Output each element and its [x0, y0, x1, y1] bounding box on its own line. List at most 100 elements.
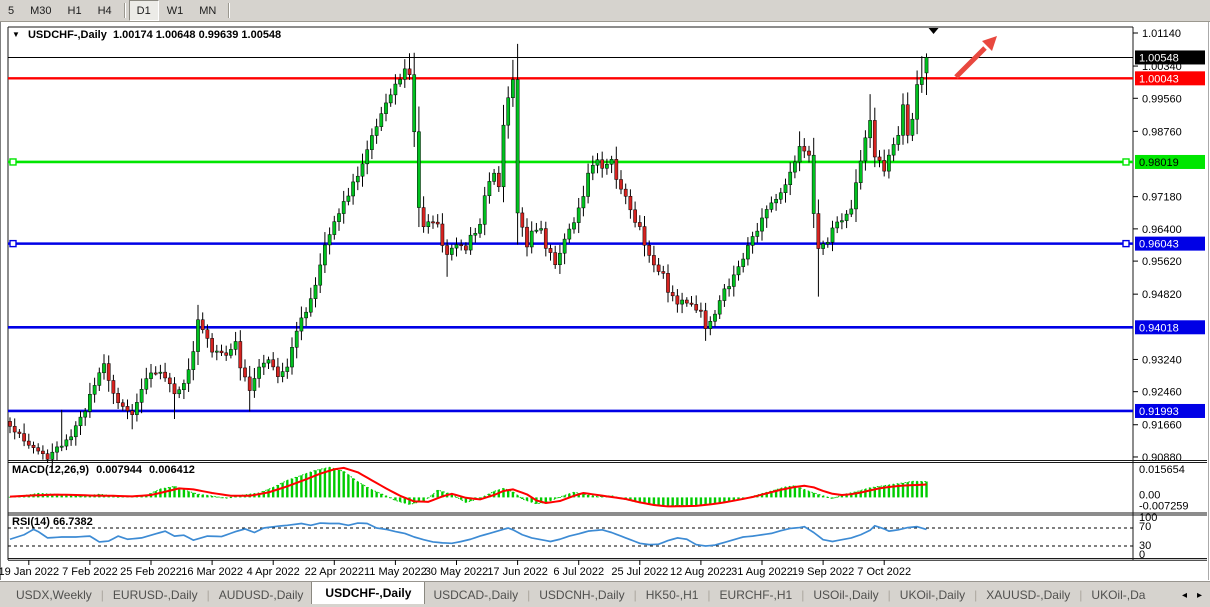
- candle-body: [27, 441, 30, 445]
- candle-body: [102, 364, 105, 373]
- candle-body: [220, 351, 223, 353]
- candle-body: [107, 364, 110, 381]
- price-tick-label: 0.90880: [1142, 452, 1182, 464]
- rsi-line: [10, 523, 927, 546]
- candle-body: [676, 296, 679, 304]
- candle-body: [272, 360, 275, 367]
- date-axis-label: 31 Aug 2022: [731, 566, 793, 578]
- candle-body: [497, 173, 500, 187]
- candle-body: [464, 246, 467, 250]
- macd-histogram-bar: [911, 481, 913, 497]
- candle-body: [182, 383, 185, 389]
- candle-body: [516, 80, 519, 213]
- candle-body: [901, 105, 904, 136]
- candle-body: [704, 311, 707, 329]
- macd-name: MACD(12,26,9): [12, 464, 89, 476]
- candle-body: [403, 69, 406, 80]
- candle-body: [784, 185, 787, 193]
- candle-body: [685, 300, 688, 303]
- candle-body: [427, 222, 430, 227]
- history-end-marker: [929, 28, 939, 34]
- macd-histogram-bar: [375, 492, 377, 498]
- candle-body: [568, 229, 571, 239]
- price-tick-label: 0.94820: [1142, 289, 1182, 301]
- candle-body: [55, 447, 58, 452]
- candle-body: [140, 389, 143, 402]
- macd-histogram-bar: [216, 497, 218, 498]
- candle-body: [845, 214, 848, 221]
- candle-body: [352, 182, 355, 196]
- candle-body: [436, 222, 439, 224]
- rsi-label-text: RSI(14) 66.7382: [12, 516, 93, 528]
- candle-body: [864, 138, 867, 161]
- candle-body: [521, 213, 524, 227]
- price-tick-label: 0.92460: [1142, 387, 1182, 399]
- candle-body: [145, 379, 148, 390]
- price-tick-label: 0.99560: [1142, 93, 1182, 105]
- price-tick-label: 0.96400: [1142, 224, 1182, 236]
- macd-histogram-bar: [432, 494, 434, 497]
- macd-histogram-bar: [836, 497, 838, 498]
- macd-histogram-bar: [300, 475, 302, 497]
- collapse-icon[interactable]: ▼: [12, 30, 20, 39]
- rsi-indicator-label: RSI(14) 66.7382: [12, 516, 97, 528]
- candle-body: [450, 248, 453, 254]
- candle-body: [342, 201, 345, 213]
- candle-body: [878, 157, 881, 160]
- candle-body: [422, 208, 425, 227]
- macd-histogram-bar: [460, 497, 462, 499]
- macd-histogram-bar: [333, 469, 335, 498]
- macd-histogram-bar: [366, 487, 368, 497]
- rsi-axis-label: 70: [1139, 521, 1151, 533]
- line-handle[interactable]: [1123, 159, 1129, 165]
- candle-body: [328, 235, 331, 245]
- candle-body: [23, 434, 26, 442]
- macd-histogram-bar: [559, 497, 561, 498]
- candle-body: [859, 161, 862, 183]
- candle-body: [563, 239, 566, 253]
- candle-body: [812, 155, 815, 213]
- candle-body: [375, 127, 378, 136]
- candle-body: [634, 210, 637, 223]
- candle-body: [751, 236, 754, 245]
- candle-body: [540, 229, 543, 231]
- trend-arrow-shaft[interactable]: [956, 48, 985, 77]
- candle-body: [760, 218, 763, 231]
- candle-body: [629, 196, 632, 210]
- candle-body: [746, 245, 749, 259]
- candle-body: [211, 338, 214, 352]
- price-tick-label: 1.01140: [1142, 28, 1181, 40]
- candle-body: [319, 265, 322, 285]
- candle-body: [737, 267, 740, 275]
- macd-histogram-bar: [916, 481, 918, 497]
- macd-histogram-bar: [399, 497, 401, 501]
- macd-histogram-bar: [563, 495, 565, 497]
- candle-body: [446, 246, 449, 255]
- candle-body: [695, 304, 698, 310]
- candle-body: [873, 120, 876, 157]
- macd-histogram-bar: [305, 474, 307, 498]
- candle-body: [117, 393, 120, 402]
- candle-body: [93, 385, 96, 394]
- line-handle[interactable]: [1123, 241, 1129, 247]
- candle-body: [681, 300, 684, 304]
- candle-body: [897, 135, 900, 144]
- candle-body: [215, 351, 218, 352]
- candle-body: [206, 330, 209, 339]
- candle-body: [253, 378, 256, 390]
- macd-histogram-bar: [361, 484, 363, 497]
- candle-body: [168, 378, 171, 384]
- candle-body: [619, 179, 622, 189]
- line-handle[interactable]: [10, 159, 16, 165]
- candle-body: [723, 289, 726, 301]
- macd-axis-label: -0.007259: [1139, 501, 1189, 513]
- candle-body: [413, 75, 416, 132]
- candle-body: [577, 208, 580, 223]
- line-handle[interactable]: [10, 241, 16, 247]
- macd-histogram-bar: [672, 497, 674, 505]
- candle-body: [775, 199, 778, 203]
- candle-body: [525, 227, 528, 247]
- candle-body: [652, 255, 655, 265]
- candle-body: [826, 242, 829, 244]
- date-axis-label: 11 May 2022: [364, 566, 427, 578]
